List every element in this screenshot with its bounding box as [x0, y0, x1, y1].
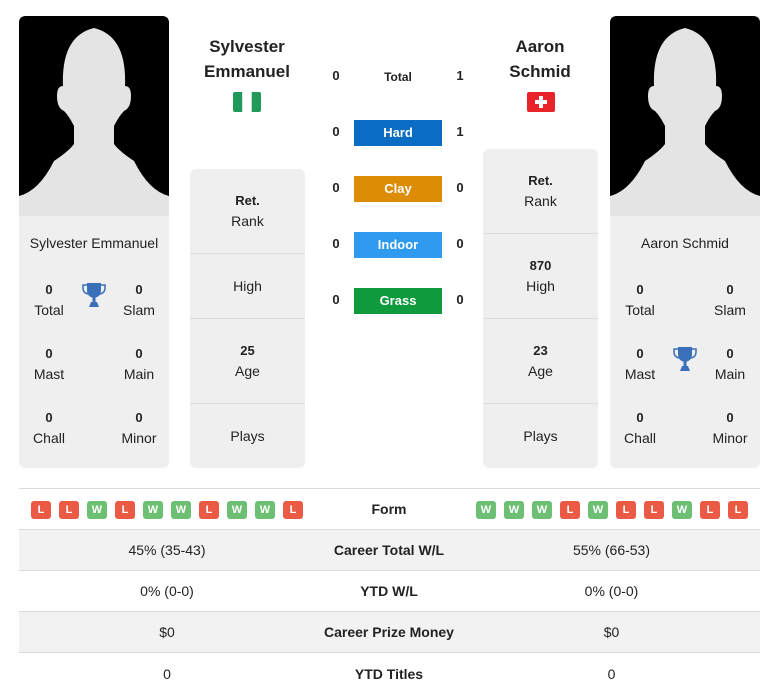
form-loss-badge[interactable]: L	[700, 501, 720, 519]
stat-label: YTD W/L	[360, 583, 418, 599]
stat-label: Career Total W/L	[333, 542, 445, 558]
h2h-grass-row: 0 Grass 0	[320, 288, 480, 314]
right-titles-slam: 0 Slam	[714, 282, 746, 318]
stat-row-career-prize-money: $0 Career Prize Money $0	[19, 612, 760, 653]
form-win-badge[interactable]: W	[588, 501, 608, 519]
form-win-badge[interactable]: W	[504, 501, 524, 519]
right-form-badges: WWWLWLLWLL	[476, 501, 748, 519]
nigeria-flag-icon	[233, 92, 261, 112]
hard-surface-button[interactable]: Hard	[354, 120, 442, 146]
grass-surface-button[interactable]: Grass	[354, 288, 442, 314]
right-player-card: Aaron Schmid 0 Total 0 Slam 0 Mast 0 Main 0C…	[610, 16, 760, 468]
left-player-card: Sylvester Emmanuel 0 Total 0 Slam 0 Mast 0M…	[19, 16, 169, 468]
form-loss-badge[interactable]: L	[560, 501, 580, 519]
h2h-hard-right: 1	[456, 124, 464, 139]
stat-left-value: 0	[163, 665, 171, 682]
stat-right-value: 0% (0-0)	[584, 583, 639, 599]
left-player-name[interactable]: Sylvester Emmanuel	[182, 34, 312, 84]
left-high: High	[190, 254, 305, 319]
form-win-badge[interactable]: W	[227, 501, 247, 519]
form-win-badge[interactable]: W	[87, 501, 107, 519]
h2h-indoor-left: 0	[332, 236, 340, 251]
left-titles-minor: 0 Minor	[121, 410, 157, 446]
stat-right-value: 0	[607, 665, 616, 682]
form-loss-badge[interactable]: L	[115, 501, 135, 519]
left-rank: Ret. Rank	[190, 169, 305, 254]
left-titles-main: 0 Main	[123, 346, 155, 382]
stat-right-value: 55% (66-53)	[572, 542, 651, 558]
right-titles-chall: 0 Chall	[624, 410, 656, 446]
form-loss-badge[interactable]: L	[283, 501, 303, 519]
trophy-icon	[82, 283, 106, 307]
h2h-clay-left: 0	[332, 180, 340, 195]
left-titles-slam: 0 Slam	[123, 282, 155, 318]
h2h-total-right: 1	[456, 68, 464, 83]
h2h-hard-row: 0 Hard 1	[320, 120, 480, 146]
h2h-grass-left: 0	[332, 292, 340, 307]
right-titles-mast: 0 Mast	[624, 346, 656, 382]
h2h-total-left: 0	[332, 68, 340, 83]
form-loss-badge[interactable]: L	[616, 501, 636, 519]
form-loss-badge[interactable]: L	[728, 501, 748, 519]
right-titles-minor: 0 Minor	[712, 410, 748, 446]
form-row: LLWLWWLWWL Form WWWLWLLWLL	[19, 488, 760, 530]
clay-surface-button[interactable]: Clay	[354, 176, 442, 202]
stat-left-value: 0% (0-0)	[140, 583, 194, 599]
form-win-badge[interactable]: W	[532, 501, 552, 519]
h2h-clay-row: 0 Clay 0	[320, 176, 480, 202]
left-titles-mast: 0 Mast	[33, 346, 65, 382]
right-info-card: Ret. Rank 870 High 23 Age Plays	[483, 149, 598, 468]
form-win-badge[interactable]: W	[171, 501, 191, 519]
right-player-name[interactable]: Aaron Schmid	[475, 34, 605, 84]
form-win-badge[interactable]: W	[143, 501, 163, 519]
right-player-card-name: Aaron Schmid	[641, 235, 729, 251]
h2h-indoor-row: 0 Indoor 0	[320, 232, 480, 258]
silhouette-icon	[19, 28, 169, 216]
h2h-hard-left: 0	[332, 124, 340, 139]
left-form-badges: LLWLWWLWWL	[31, 501, 303, 519]
h2h-clay-right: 0	[456, 180, 464, 195]
right-rank: Ret. Rank	[483, 149, 598, 234]
form-loss-badge[interactable]: L	[59, 501, 79, 519]
left-info-card: Ret. Rank High 25 Age Plays	[190, 169, 305, 468]
h2h-total-label: Total	[384, 70, 412, 84]
stat-label: YTD Titles	[354, 665, 424, 682]
left-player-card-name: Sylvester Emmanuel	[29, 235, 159, 251]
h2h-indoor-right: 0	[456, 236, 464, 251]
stat-row-ytd-titles: 0 YTD Titles 0	[19, 653, 760, 694]
right-plays: Plays	[523, 428, 558, 444]
form-loss-badge[interactable]: L	[199, 501, 219, 519]
indoor-surface-button[interactable]: Indoor	[354, 232, 442, 258]
h2h-total-row: 0 Total 1	[320, 64, 480, 90]
right-high: 870 High	[483, 234, 598, 319]
left-titles-chall: 0 Chall	[33, 410, 65, 446]
left-player-photo	[19, 16, 169, 216]
right-titles-main: 0 Main	[714, 346, 746, 382]
silhouette-icon	[610, 28, 760, 216]
left-age: 25 Age	[190, 319, 305, 404]
form-label: Form	[371, 501, 407, 517]
stat-row-career-total-wl: 45% (35-43) Career Total W/L 55% (66-53)	[19, 530, 760, 571]
stat-left-value: 45% (35-43)	[128, 542, 206, 558]
switzerland-flag-icon	[527, 92, 555, 112]
right-age: 23 Age	[483, 319, 598, 404]
left-titles-total: 0 Total	[34, 282, 64, 318]
stat-left-value: $0	[159, 624, 175, 640]
left-plays: Plays	[230, 428, 265, 444]
right-player-photo	[610, 16, 760, 216]
form-win-badge[interactable]: W	[255, 501, 275, 519]
stat-row-ytd-wl: 0% (0-0) YTD W/L 0% (0-0)	[19, 571, 760, 612]
h2h-grass-right: 0	[456, 292, 464, 307]
right-titles-total: 0 Total	[625, 282, 655, 318]
form-loss-badge[interactable]: L	[31, 501, 51, 519]
stat-right-value: $0	[603, 624, 620, 640]
form-win-badge[interactable]: W	[672, 501, 692, 519]
trophy-icon	[673, 347, 697, 371]
form-win-badge[interactable]: W	[476, 501, 496, 519]
form-loss-badge[interactable]: L	[644, 501, 664, 519]
stat-label: Career Prize Money	[324, 624, 454, 640]
